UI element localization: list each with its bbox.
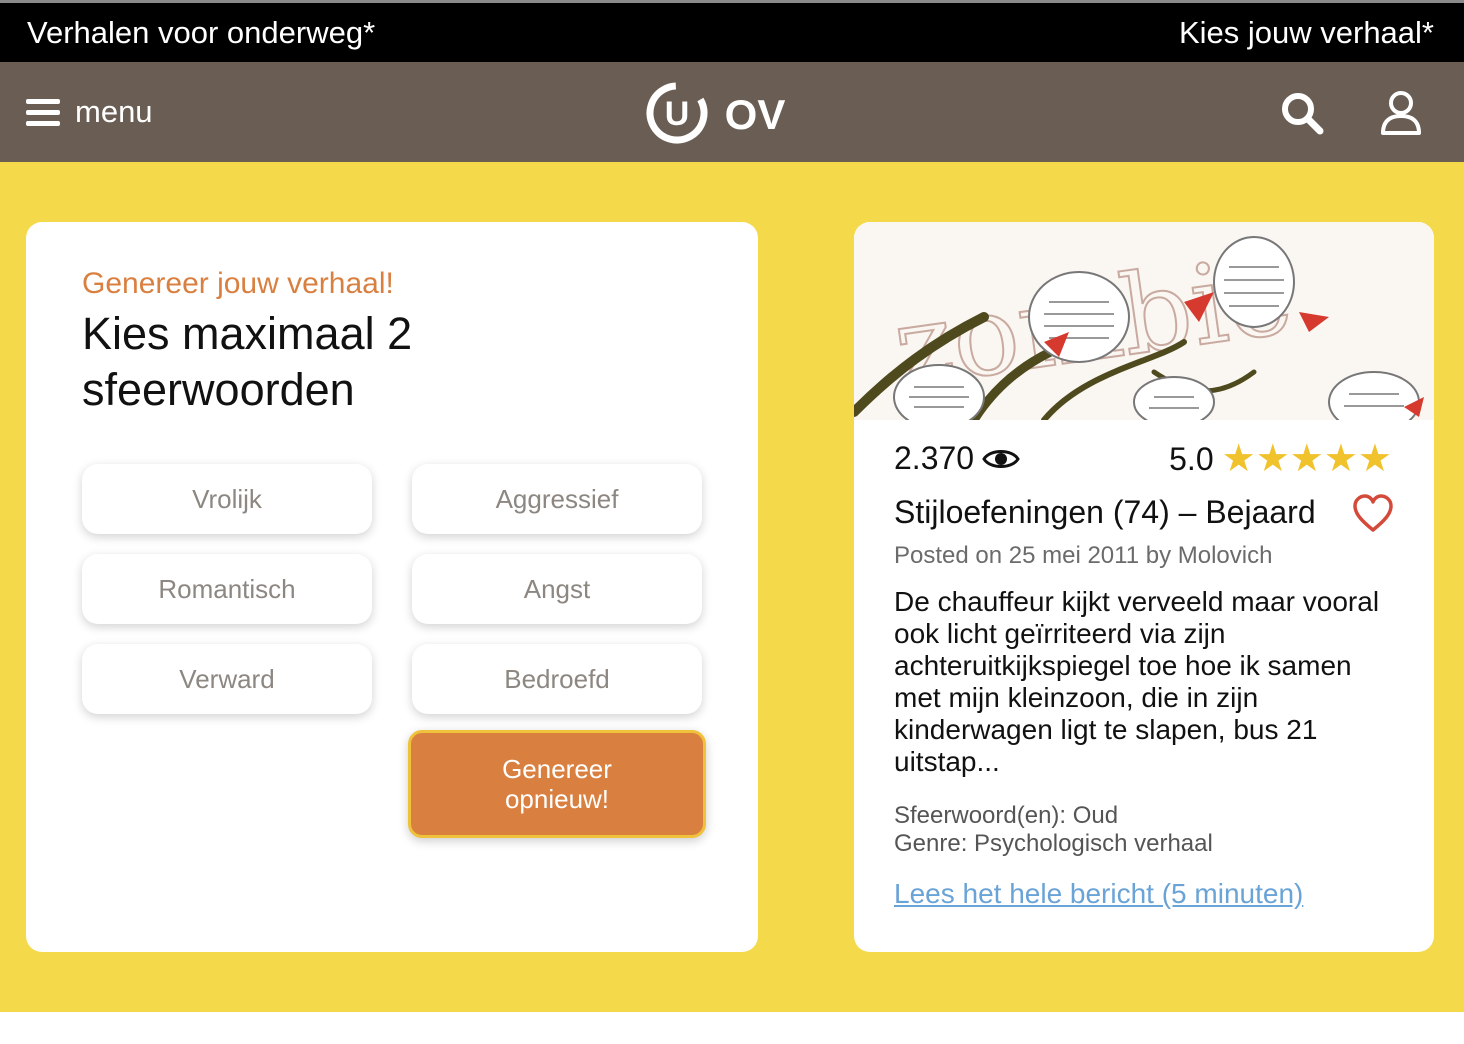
star-icon: ★ xyxy=(1221,438,1256,480)
mood-button-bedroefd[interactable]: Bedroefd xyxy=(412,644,702,714)
site-tagline[interactable]: Verhalen voor onderweg* xyxy=(27,15,375,51)
star-icon: ★ xyxy=(1357,438,1392,480)
regenerate-label-line1: Genereer xyxy=(502,754,612,784)
regenerate-label-line2: opnieuw! xyxy=(504,784,610,814)
story-generator-card: Genereer jouw verhaal! Kies maximaal 2 s… xyxy=(26,222,758,952)
user-icon[interactable] xyxy=(1380,90,1422,136)
post-genre: Genre: Psychologisch verhaal xyxy=(894,830,1213,857)
read-more-link[interactable]: Lees het hele bericht (5 minuten) xyxy=(894,878,1303,910)
view-count: 2.370 xyxy=(894,440,1020,477)
choose-story-link[interactable]: Kies jouw verhaal* xyxy=(1179,15,1434,51)
mood-button-romantisch[interactable]: Romantisch xyxy=(82,554,372,624)
menu-button[interactable]: menu xyxy=(26,92,153,132)
post-excerpt: De chauffeur kijkt verveeld maar vooral … xyxy=(894,586,1380,777)
view-count-value: 2.370 xyxy=(894,440,975,476)
logo-text: OV xyxy=(725,91,786,138)
star-icon: ★ xyxy=(1255,438,1290,480)
star-rating: ★ ★ ★ ★ ★ xyxy=(1222,440,1392,478)
post-moods: Sfeerwoord(en): Oud xyxy=(894,802,1119,829)
logo-letter: U xyxy=(665,95,690,133)
story-image[interactable]: zombie xyxy=(854,222,1434,420)
story-card: zombie 2.370 5.0 ★ ★ xyxy=(854,222,1434,952)
menu-label: menu xyxy=(75,94,153,129)
regenerate-button[interactable]: Genereer opnieuw! xyxy=(408,730,706,838)
hamburger-icon xyxy=(26,97,60,127)
top-bar: Verhalen voor onderweg* Kies jouw verhaa… xyxy=(0,0,1464,62)
post-date-author: Posted on 25 mei 2011 by Molovich xyxy=(894,542,1273,569)
rating-value: 5.0 xyxy=(1169,440,1214,477)
post-title[interactable]: Stijloefeningen (74) – Bejaard xyxy=(894,494,1316,531)
mood-button-vrolijk[interactable]: Vrolijk xyxy=(82,464,372,534)
generator-subtitle: Genereer jouw verhaal! xyxy=(82,267,394,300)
star-icon: ★ xyxy=(1323,438,1358,480)
heart-icon[interactable] xyxy=(1352,494,1394,534)
eye-icon xyxy=(982,449,1020,468)
mood-button-angst[interactable]: Angst xyxy=(412,554,702,624)
logo[interactable]: U OV xyxy=(643,78,795,148)
rating: 5.0 ★ ★ ★ ★ ★ xyxy=(1169,440,1392,478)
nav-bar: menu U OV xyxy=(0,62,1464,162)
mood-button-verward[interactable]: Verward xyxy=(82,644,372,714)
generator-title: Kies maximaal 2 sfeerwoorden xyxy=(82,308,413,415)
mood-button-aggressief[interactable]: Aggressief xyxy=(412,464,702,534)
star-icon: ★ xyxy=(1289,438,1324,480)
search-icon[interactable] xyxy=(1279,90,1325,136)
